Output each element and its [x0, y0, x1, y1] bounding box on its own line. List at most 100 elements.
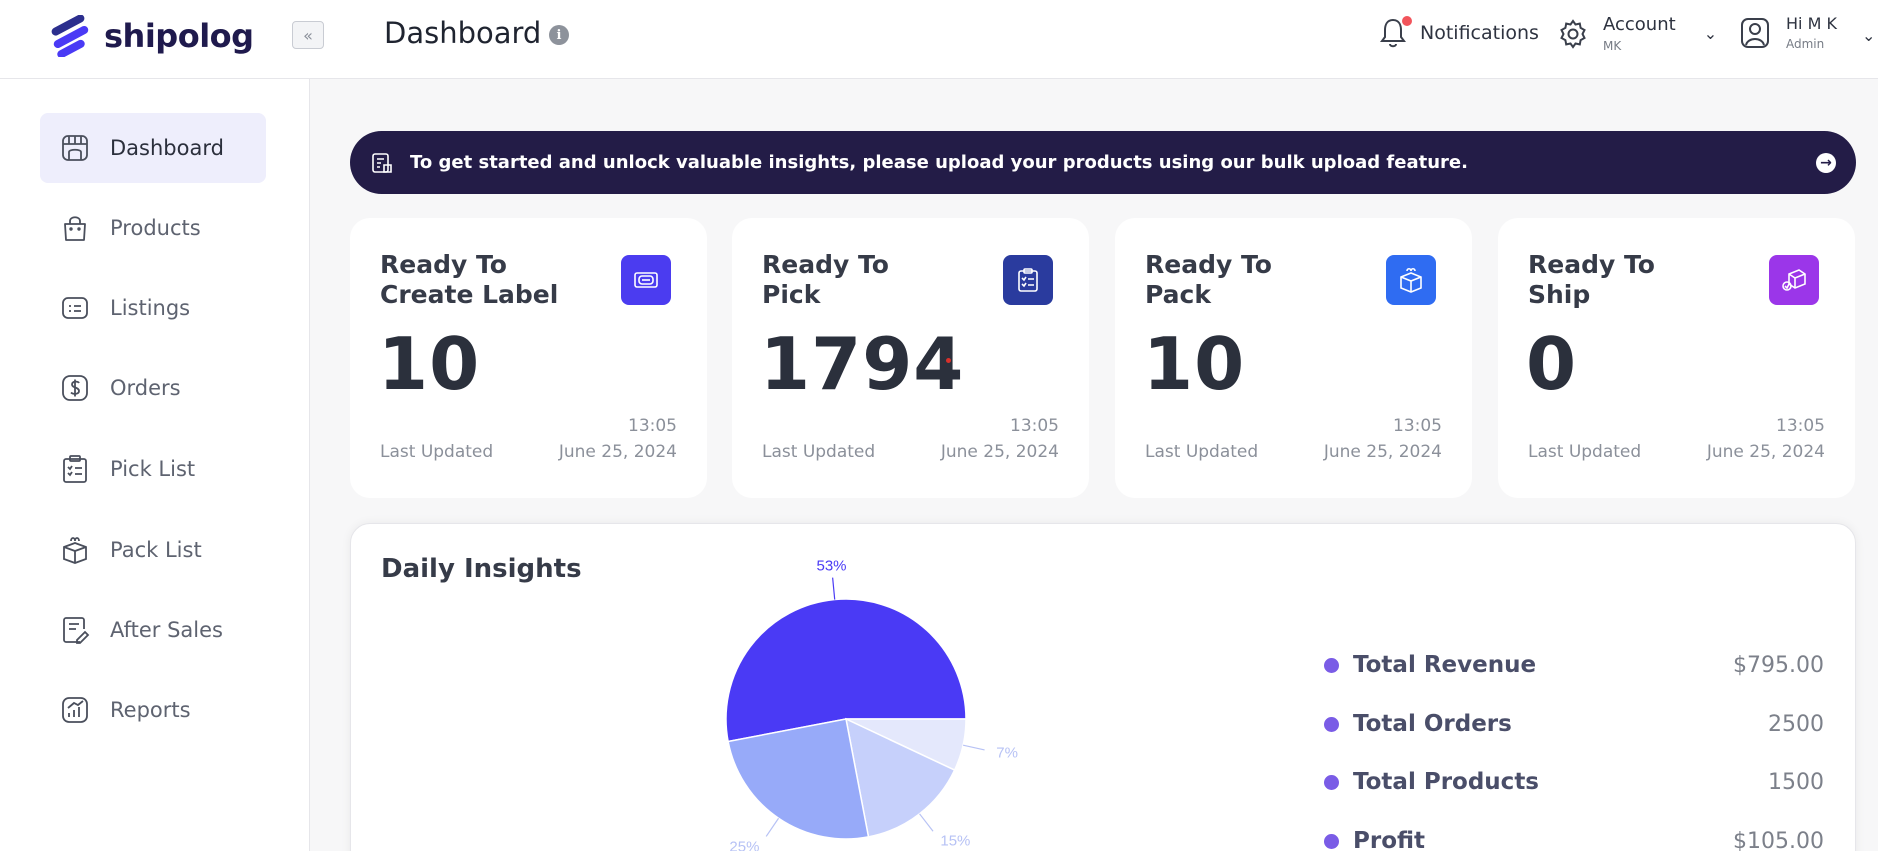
sidebar-item-products[interactable]: Products	[40, 193, 266, 263]
card-title: Ready To Pack	[1145, 250, 1272, 309]
card-last-updated: Last Updated	[762, 442, 876, 462]
label-icon	[621, 255, 671, 305]
chevron-down-icon: ⌄	[1862, 26, 1876, 45]
pie-label-leader	[832, 577, 836, 600]
card-last-updated: Last Updated	[1528, 442, 1642, 462]
collapse-sidebar-button[interactable]: «	[292, 21, 324, 49]
pie-slice	[727, 718, 870, 840]
user-greeting: Hi M K	[1786, 14, 1837, 33]
card-last-updated: Last Updated	[1145, 442, 1259, 462]
double-chevron-left-icon: «	[303, 25, 313, 45]
brand-logo[interactable]: shipolog	[48, 15, 254, 57]
gear-icon	[1560, 18, 1586, 49]
notification-badge	[1402, 16, 1412, 26]
sidebar-item-label: Products	[110, 216, 201, 240]
card-ready-to-create-label[interactable]: Ready To Create Label 10 13:05 Last Updat…	[350, 218, 707, 498]
card-value: 0	[1526, 322, 1578, 406]
sidebar-item-after-sales[interactable]: After Sales	[40, 595, 266, 665]
chevron-down-icon: ⌄	[1703, 24, 1718, 43]
metric-value: $105.00	[1733, 828, 1824, 851]
legend-dot	[1324, 833, 1339, 849]
metric-profit: Profit $105.00	[1324, 828, 1824, 851]
card-title: Ready To Pick	[762, 250, 889, 309]
sidebar-item-label: Dashboard	[110, 136, 224, 160]
pie-slice-label: 53%	[816, 558, 846, 575]
top-bar: shipolog « Dashboard i Notifications Acc…	[0, 0, 1878, 79]
metric-value: 1500	[1768, 769, 1824, 795]
card-title: Ready To Create Label	[380, 250, 559, 309]
account-menu[interactable]: Account MK ⌄	[1557, 14, 1717, 53]
chart-icon	[62, 697, 88, 723]
arrow-right-icon[interactable]: →	[1816, 153, 1836, 173]
pie-label-leader	[919, 813, 934, 832]
bulk-upload-banner[interactable]: To get started and unlock valuable insig…	[350, 131, 1856, 194]
sidebar: Dashboard Products Listings Orders Pick …	[0, 79, 310, 851]
sidebar-item-reports[interactable]: Reports	[40, 675, 266, 745]
sidebar-item-label: Pick List	[110, 457, 196, 481]
card-ready-to-ship[interactable]: Ready To Ship 0 13:05 Last Updated June 2…	[1498, 218, 1855, 498]
notifications-button[interactable]: Notifications	[1378, 16, 1539, 50]
card-date: June 25, 2024	[1706, 442, 1825, 462]
user-icon	[1741, 17, 1769, 48]
card-time: 13:05	[628, 416, 677, 436]
pie-label-leader	[962, 744, 985, 751]
pie-slice-label: 25%	[729, 838, 759, 851]
metric-total-products: Total Products 1500	[1324, 769, 1824, 795]
info-icon[interactable]: i	[549, 25, 569, 45]
legend-dot	[1324, 657, 1339, 673]
card-last-updated: Last Updated	[380, 442, 494, 462]
sidebar-item-label: After Sales	[110, 618, 223, 642]
card-value: 10	[378, 322, 481, 406]
metric-label: Total Products	[1353, 769, 1539, 795]
pie-label-leader	[765, 817, 780, 837]
package-icon	[63, 537, 87, 564]
card-date: June 25, 2024	[1323, 442, 1442, 462]
clipboard-list-icon	[63, 455, 87, 483]
logo-icon	[51, 15, 89, 57]
status-dot	[946, 358, 951, 363]
after-sales-icon	[63, 617, 90, 644]
listings-icon	[62, 297, 88, 319]
metric-label: Profit	[1353, 828, 1426, 851]
metric-total-revenue: Total Revenue $795.00	[1324, 652, 1824, 678]
notifications-label: Notifications	[1420, 22, 1539, 44]
card-value: 10	[1143, 322, 1246, 406]
dollar-icon	[62, 375, 88, 401]
pie-slice-label: 15%	[940, 833, 970, 850]
sidebar-item-listings[interactable]: Listings	[40, 273, 266, 343]
insights-pie-chart: 53% 7% 15% 25%	[725, 558, 1018, 851]
metric-label: Total Orders	[1353, 711, 1512, 737]
account-sub: MK	[1603, 39, 1622, 53]
card-time: 13:05	[1010, 416, 1059, 436]
card-ready-to-pack[interactable]: Ready To Pack 10 13:05 Last Updated June …	[1115, 218, 1472, 498]
sidebar-item-orders[interactable]: Orders	[40, 353, 266, 423]
pie-slice-label: 7%	[996, 745, 1018, 762]
legend-dot	[1324, 774, 1339, 790]
card-time: 13:05	[1776, 416, 1825, 436]
dashboard-icon	[62, 135, 88, 161]
sidebar-item-pack-list[interactable]: Pack List	[40, 515, 266, 585]
clipboard-icon	[1003, 255, 1053, 305]
account-label: Account	[1603, 14, 1676, 35]
card-ready-to-pick[interactable]: Ready To Pick 1794 13:05 Last Updated Jun…	[732, 218, 1089, 498]
daily-insights-panel: Daily Insights 53% 7% 15% 25% Total Revenue…	[350, 523, 1856, 851]
card-date: June 25, 2024	[558, 442, 677, 462]
sidebar-item-label: Reports	[110, 698, 191, 722]
insights-title: Daily Insights	[381, 554, 582, 584]
box-icon	[1386, 255, 1436, 305]
card-value: 1794	[760, 322, 965, 406]
card-title: Ready To Ship	[1528, 250, 1655, 309]
user-menu[interactable]: Hi M K Admin ⌄	[1740, 14, 1875, 51]
metric-value: $795.00	[1733, 652, 1824, 678]
metric-label: Total Revenue	[1353, 652, 1537, 678]
sidebar-item-label: Orders	[110, 376, 181, 400]
sidebar-item-label: Pack List	[110, 538, 202, 562]
banner-text: To get started and unlock valuable insig…	[410, 152, 1468, 173]
metric-value: 2500	[1768, 711, 1824, 737]
sidebar-item-pick-list[interactable]: Pick List	[40, 434, 266, 504]
legend-dot	[1324, 716, 1339, 732]
sidebar-item-label: Listings	[110, 296, 191, 320]
brand-name: shipolog	[104, 17, 254, 55]
sidebar-item-dashboard[interactable]: Dashboard	[40, 113, 266, 183]
user-role: Admin	[1786, 37, 1825, 51]
